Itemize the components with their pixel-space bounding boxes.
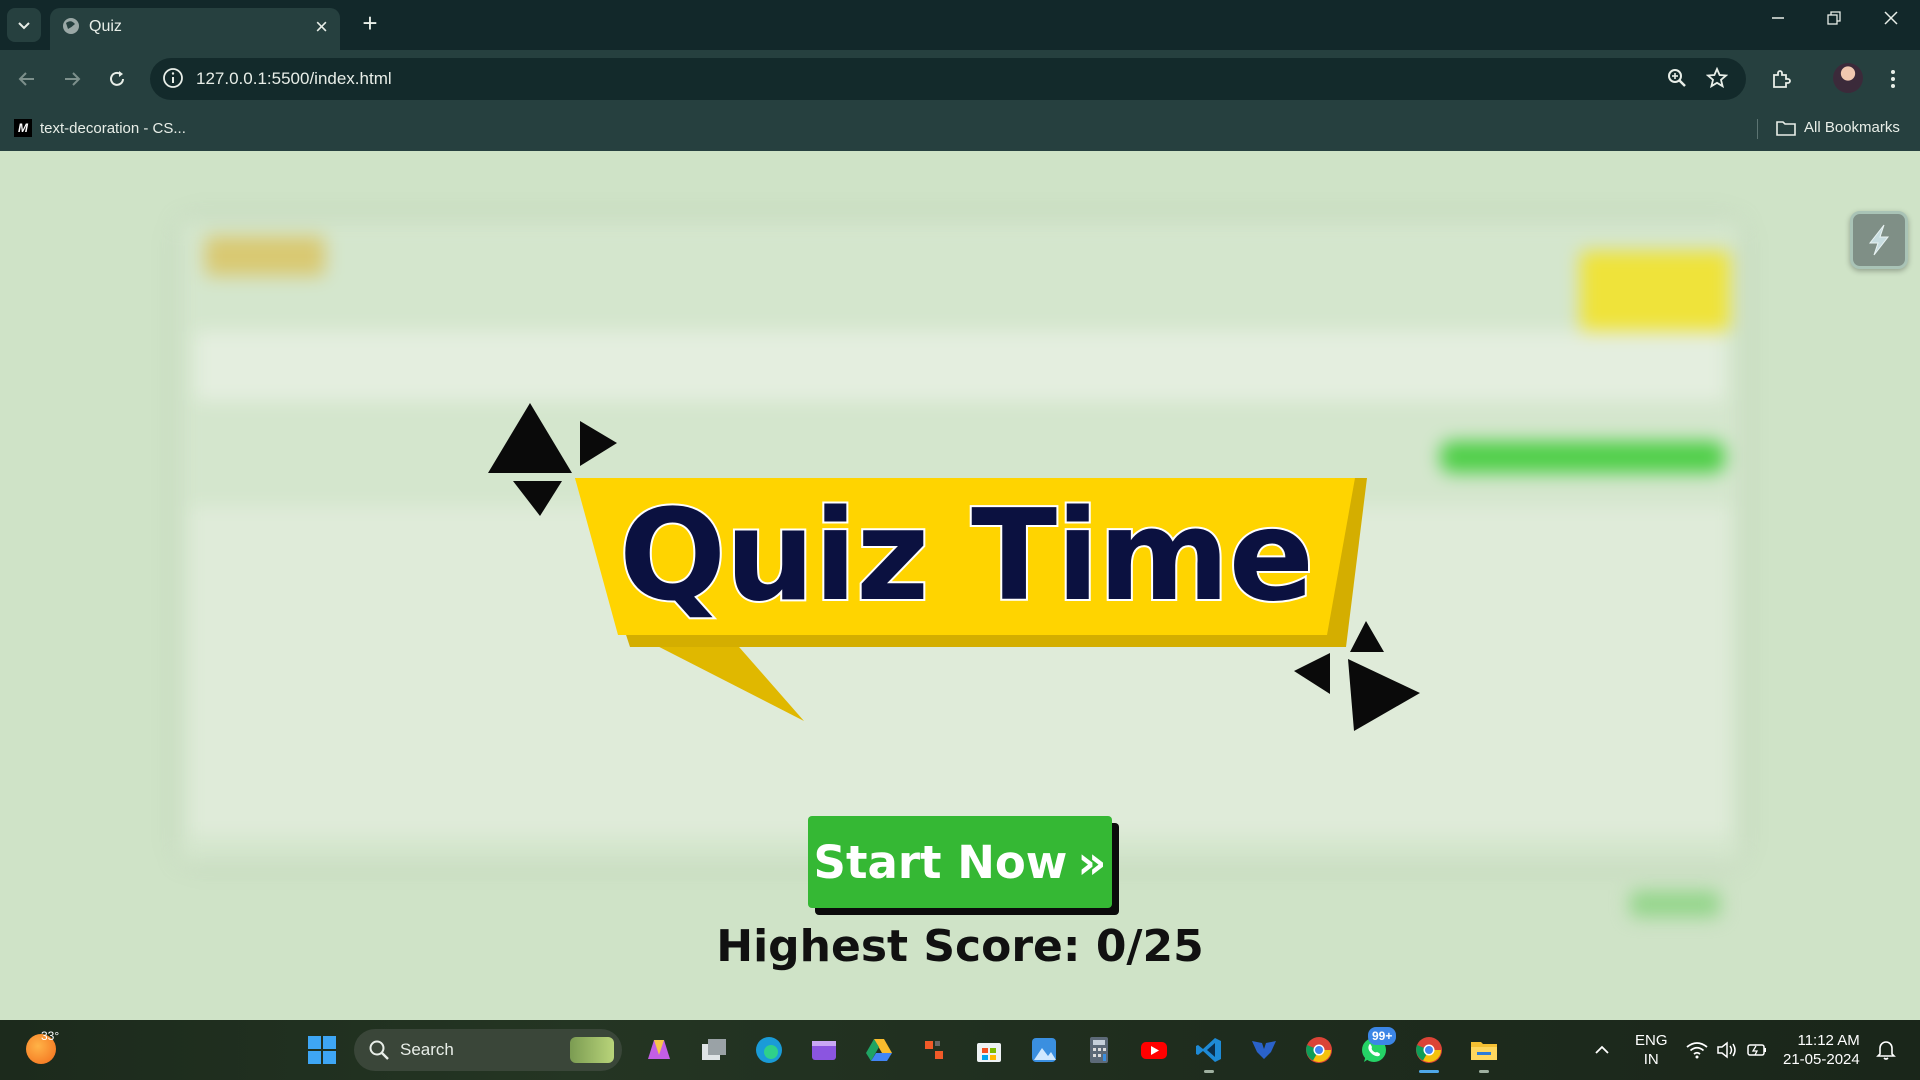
arrow-right-icon [65, 72, 81, 86]
quiz-time-banner: Quiz Time [488, 403, 1420, 731]
app-butterfly-icon[interactable] [1246, 1032, 1282, 1068]
windows-taskbar: 33° Search 99+ ENG IN 11:12 AM 21-05-202… [0, 1020, 1920, 1080]
page-viewport: Quiz Time Start Now » Highest Score: 0/2… [0, 151, 1920, 1020]
all-bookmarks-label: All Bookmarks [1804, 119, 1900, 136]
floating-extension-button[interactable] [1850, 211, 1908, 269]
lightning-icon [1868, 224, 1890, 256]
system-clock[interactable]: 11:12 AM 21-05-2024 [1783, 1031, 1860, 1069]
chrome-active-indicator [1419, 1070, 1439, 1073]
language-line2: IN [1643, 1051, 1659, 1068]
tab-quiz[interactable]: Quiz × [50, 8, 340, 50]
search-icon [369, 1040, 389, 1060]
reload-button[interactable] [100, 62, 134, 96]
google-drive-icon[interactable] [861, 1032, 897, 1068]
weather-temp: 33° [41, 1029, 60, 1043]
puzzle-icon [1773, 70, 1791, 88]
url-text[interactable]: 127.0.0.1:5500/index.html [196, 69, 392, 89]
whatsapp-badge: 99+ [1368, 1027, 1397, 1045]
minimize-icon[interactable] [1758, 8, 1798, 31]
copilot-icon[interactable] [641, 1032, 677, 1068]
bookmarks-divider [1757, 119, 1758, 139]
sparkle-triangle [580, 421, 617, 466]
highest-score: Highest Score: 0/25 [716, 921, 1204, 972]
language-line1: ENG [1635, 1032, 1668, 1049]
back-button[interactable] [10, 62, 44, 96]
browser-toolbar: 127.0.0.1:5500/index.html [0, 50, 1920, 108]
explorer-running-indicator [1479, 1070, 1489, 1073]
tab-close-icon[interactable]: × [315, 14, 328, 40]
kebab-menu-icon [1891, 70, 1895, 88]
new-tab-button[interactable]: + [355, 8, 385, 39]
all-bookmarks-button[interactable]: All Bookmarks [1776, 119, 1900, 136]
photos-icon[interactable] [1026, 1032, 1062, 1068]
folder-icon [1776, 120, 1796, 136]
chrome-icon[interactable] [1301, 1032, 1337, 1068]
notification-bell-icon[interactable] [1868, 1032, 1904, 1068]
battery-icon[interactable] [1739, 1032, 1775, 1068]
menu-button[interactable] [1876, 62, 1910, 96]
vscode-running-indicator [1204, 1070, 1214, 1073]
tab-strip: Quiz × + [0, 0, 1920, 50]
banner-title: Quiz Time [619, 482, 1313, 629]
clock-date: 21-05-2024 [1783, 1051, 1860, 1068]
start-button-label: Start Now [813, 835, 1068, 889]
task-view-icon[interactable] [696, 1032, 732, 1068]
taskbar-search[interactable]: Search [354, 1029, 622, 1071]
extensions-button[interactable] [1764, 62, 1798, 96]
profile-avatar[interactable] [1833, 63, 1863, 93]
chrome-active-icon[interactable] [1411, 1032, 1447, 1068]
site-info-icon[interactable] [162, 67, 184, 89]
edge-icon[interactable] [751, 1032, 787, 1068]
mdn-icon: M [14, 119, 32, 137]
clipchamp-icon[interactable] [806, 1032, 842, 1068]
restore-icon[interactable] [1814, 8, 1854, 31]
bookmark-label: text-decoration - CS... [40, 119, 186, 137]
start-icon[interactable] [304, 1032, 340, 1068]
calculator-icon[interactable] [1081, 1032, 1117, 1068]
arrow-left-icon [18, 72, 34, 86]
sparkle-triangle [1294, 653, 1330, 694]
tab-search-button[interactable] [7, 8, 41, 42]
reload-icon [110, 71, 124, 86]
close-window-icon[interactable] [1871, 8, 1911, 31]
sparkle-triangle [1348, 659, 1420, 731]
language-indicator[interactable]: ENG IN [1635, 1031, 1668, 1069]
microsoft-store-icon[interactable] [971, 1032, 1007, 1068]
clock-time: 11:12 AM [1797, 1032, 1860, 1049]
address-bar[interactable]: 127.0.0.1:5500/index.html [150, 58, 1746, 100]
chevron-down-icon [18, 22, 30, 30]
bookmark-star-icon[interactable] [1706, 67, 1728, 89]
search-highlight-image [570, 1037, 614, 1063]
dev-tool-icon[interactable] [916, 1032, 952, 1068]
search-placeholder: Search [400, 1040, 454, 1059]
zoom-icon[interactable] [1666, 67, 1688, 89]
double-chevron-right-icon: » [1077, 835, 1107, 889]
sparkle-triangle [513, 481, 562, 516]
tab-title: Quiz [89, 18, 122, 35]
sparkle-triangle [1350, 621, 1384, 652]
vscode-icon[interactable] [1191, 1032, 1227, 1068]
start-now-button[interactable]: Start Now » [808, 816, 1112, 908]
sparkle-triangle [488, 403, 572, 473]
file-explorer-icon[interactable] [1466, 1032, 1502, 1068]
youtube-icon[interactable] [1136, 1032, 1172, 1068]
chevron-up-icon[interactable] [1584, 1032, 1620, 1068]
globe-icon [63, 18, 79, 34]
forward-button[interactable] [55, 62, 89, 96]
bookmark-item[interactable]: M text-decoration - CS... [14, 119, 186, 137]
bookmarks-bar: M text-decoration - CS... All Bookmarks [0, 108, 1920, 151]
